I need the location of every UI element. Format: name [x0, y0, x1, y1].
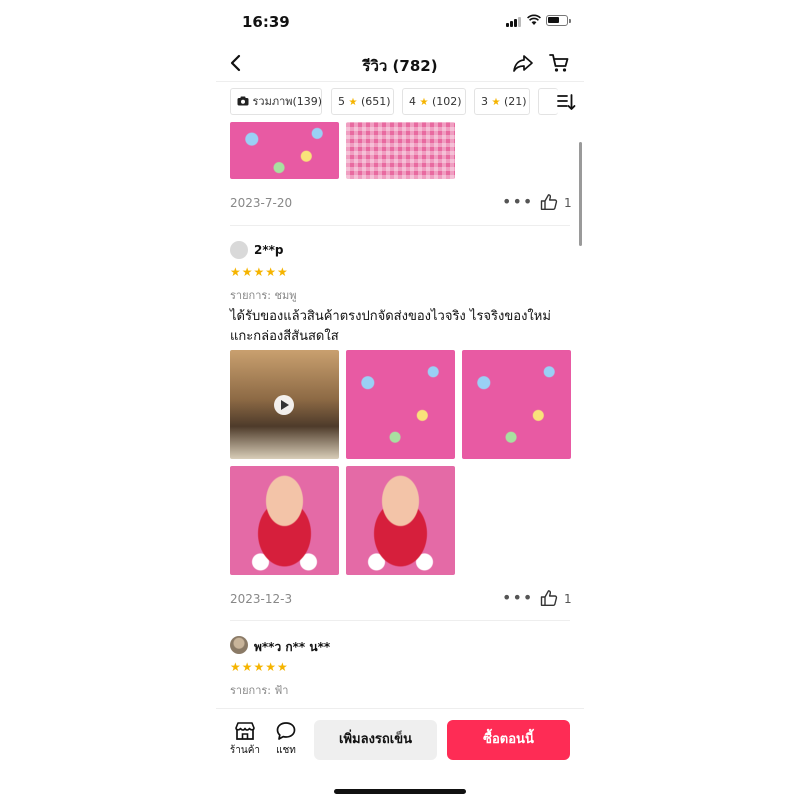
review-variant: รายการ: ฟ้า	[230, 684, 289, 697]
star-icon: ★	[419, 97, 429, 108]
more-options-icon[interactable]: •••	[502, 192, 533, 211]
review-text: ได้รับของแล้วสินค้าตรงปกจัดส่งของไวจริง …	[230, 309, 551, 344]
review-date: 2023-7-20	[230, 196, 293, 210]
camera-icon	[237, 96, 249, 106]
filter-photos-label: รวมภาพ(139)	[252, 95, 323, 108]
filter-more-chip[interactable]	[538, 88, 558, 115]
filter-star-value: 3	[481, 95, 488, 108]
review-photo[interactable]	[230, 466, 339, 575]
sort-icon[interactable]	[556, 92, 576, 112]
page-header: รีวิว (782)	[216, 44, 584, 82]
review-date: 2023-12-3	[230, 592, 293, 606]
avatar[interactable]	[230, 241, 248, 259]
filter-count: (21)	[503, 95, 527, 108]
filter-count: (102)	[431, 95, 462, 108]
review-photo[interactable]	[230, 122, 339, 179]
review-photo[interactable]	[346, 350, 455, 459]
filter-3-stars[interactable]: 3 ★ (21)	[474, 88, 530, 115]
filter-star-value: 5	[338, 95, 345, 108]
rating-stars: ★★★★★	[230, 660, 289, 674]
filter-count: (651)	[360, 95, 391, 108]
review-list: 2023-7-20 ••• 1 2**p ★★★★★ รายการ: ชมพู …	[216, 122, 584, 708]
chat-bubble-icon	[276, 722, 296, 740]
wifi-icon	[527, 14, 541, 25]
add-to-cart-button[interactable]: เพิ่มลงรถเข็น	[314, 720, 437, 760]
review-photo[interactable]	[346, 122, 455, 179]
review-username: พ**ว ก** น**	[254, 640, 331, 654]
review-username: 2**p	[254, 243, 284, 257]
star-icon: ★	[348, 97, 358, 108]
thumbs-up-icon[interactable]	[540, 193, 558, 211]
filter-4-stars[interactable]: 4 ★ (102)	[402, 88, 466, 115]
shop-tab[interactable]: ร้านค้า	[227, 721, 263, 758]
more-options-icon[interactable]: •••	[502, 588, 533, 607]
bottom-action-bar: ร้านค้า แชท เพิ่มลงรถเข็น ซื้อตอนนี้	[216, 708, 584, 800]
review-filter-bar: รวมภาพ(139) 5 ★ (651) 4 ★ (102) 3 ★ (21)	[216, 88, 584, 116]
cart-icon[interactable]	[548, 52, 570, 74]
filter-star-value: 4	[409, 95, 416, 108]
review-video-thumbnail[interactable]	[230, 350, 339, 459]
filter-5-stars[interactable]: 5 ★ (651)	[331, 88, 394, 115]
status-time: 16:39	[242, 13, 290, 31]
status-bar: 16:39	[216, 0, 584, 44]
divider	[230, 620, 570, 621]
review-photo[interactable]	[462, 350, 571, 459]
rating-stars: ★★★★★	[230, 265, 289, 279]
store-icon	[235, 722, 255, 740]
share-icon[interactable]	[512, 52, 534, 74]
phone-screen: 16:39 รีวิว (782) รวมภาพ(139) 5 ★ (651) …	[216, 0, 584, 800]
home-indicator[interactable]	[334, 789, 466, 794]
signal-icon	[506, 16, 522, 27]
shop-label: ร้านค้า	[229, 745, 261, 756]
battery-icon	[546, 15, 571, 26]
chat-tab[interactable]: แชท	[268, 721, 304, 758]
like-count: 1	[564, 196, 572, 210]
avatar[interactable]	[230, 636, 248, 654]
review-photo[interactable]	[346, 466, 455, 575]
like-count: 1	[564, 592, 572, 606]
play-icon	[274, 395, 294, 415]
review-variant: รายการ: ชมพู	[230, 289, 297, 302]
filter-with-photos[interactable]: รวมภาพ(139)	[230, 88, 322, 115]
divider	[230, 225, 570, 226]
star-icon: ★	[491, 97, 501, 108]
chat-label: แชท	[276, 745, 296, 756]
thumbs-up-icon[interactable]	[540, 589, 558, 607]
buy-now-button[interactable]: ซื้อตอนนี้	[447, 720, 570, 760]
